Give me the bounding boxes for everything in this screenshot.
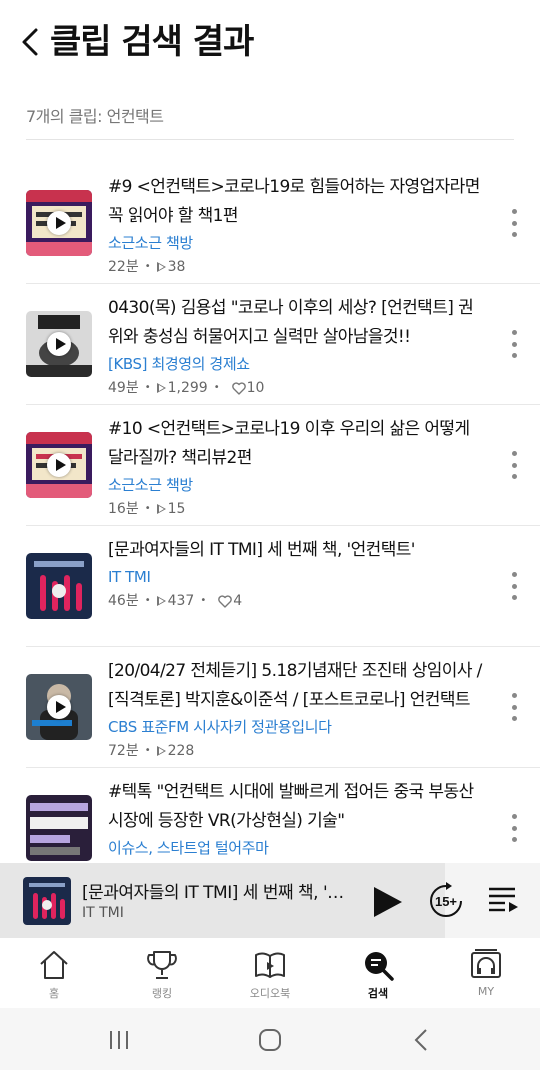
clip-channel[interactable]: IT TMI bbox=[108, 565, 486, 590]
play-count-icon bbox=[156, 596, 166, 606]
clip-plays: 15 bbox=[167, 501, 186, 517]
play-count-icon bbox=[156, 383, 166, 393]
play-count-icon bbox=[156, 504, 166, 514]
play-count-icon bbox=[156, 746, 166, 756]
clip-likes: 10 bbox=[246, 380, 265, 396]
clip-thumbnail[interactable] bbox=[26, 311, 92, 377]
more-options-icon[interactable] bbox=[510, 209, 518, 237]
tab-label: MY bbox=[477, 985, 495, 998]
clip-plays: 38 bbox=[167, 259, 186, 275]
play-button[interactable] bbox=[368, 883, 406, 921]
clip-thumbnail[interactable] bbox=[26, 553, 92, 619]
result-summary: 7개의 클립: 언컨택트 bbox=[26, 107, 164, 126]
heart-icon bbox=[218, 594, 233, 608]
clip-duration: 22분 bbox=[108, 259, 139, 275]
search-icon bbox=[365, 952, 394, 981]
home-button-icon[interactable] bbox=[258, 1028, 282, 1052]
clip-plays: 437 bbox=[167, 593, 195, 609]
play-count-icon bbox=[156, 262, 166, 272]
clip-channel[interactable]: 소근소근 책방 bbox=[108, 231, 486, 256]
clip-channel[interactable]: 소근소근 책방 bbox=[108, 473, 486, 498]
clip-item[interactable]: #텍톡 "언컨택트 시대에 발빠르게 접어든 중국 부동산 시장에 등장한 VR… bbox=[26, 768, 540, 863]
clip-title[interactable]: #9 <언컨택트>코로나19로 힘들어하는 자영업자라면 꼭 읽어야 할 책1편 bbox=[108, 173, 486, 231]
clip-duration: 72분 bbox=[108, 743, 139, 759]
clip-likes: 4 bbox=[233, 593, 243, 609]
tab-label: 검색 bbox=[367, 987, 389, 1000]
clip-plays: 228 bbox=[167, 743, 195, 759]
recent-apps-icon[interactable] bbox=[107, 1030, 131, 1050]
clip-item[interactable]: [20/04/27 전체듣기] 5.18기념재단 조진태 상임이사 / [직격토… bbox=[26, 647, 540, 768]
play-icon bbox=[47, 211, 71, 235]
bottom-tab-bar: 홈 랭킹 오디오북 검색 MY bbox=[0, 938, 540, 1008]
clip-title[interactable]: 0430(목) 김용섭 "코로나 이후의 세상? [언컨택트] 권위와 충성심 … bbox=[108, 294, 486, 352]
more-options-icon[interactable] bbox=[510, 814, 518, 842]
more-options-icon[interactable] bbox=[510, 572, 518, 600]
playlist-icon[interactable] bbox=[485, 882, 521, 918]
system-navigation-bar bbox=[0, 1008, 540, 1070]
player-channel: IT TMI bbox=[82, 905, 124, 921]
clip-item[interactable]: #9 <언컨택트>코로나19로 힘들어하는 자영업자라면 꼭 읽어야 할 책1편… bbox=[26, 163, 540, 284]
header: 클립 검색 결과 bbox=[0, 0, 540, 86]
clip-channel[interactable]: [KBS] 최경영의 경제쇼 bbox=[108, 352, 486, 377]
more-options-icon[interactable] bbox=[510, 693, 518, 721]
clip-meta: 22분 • 38 bbox=[108, 256, 486, 278]
tab-label: 랭킹 bbox=[151, 987, 173, 1000]
back-button[interactable] bbox=[14, 24, 46, 60]
tab-audiobook[interactable]: 오디오북 bbox=[216, 938, 324, 1008]
mini-player[interactable]: [문과여자들의 IT TMI] 세 번째 책, '언컨택트' IT TMI 15… bbox=[0, 863, 540, 938]
clip-thumbnail[interactable] bbox=[26, 795, 92, 861]
clip-channel[interactable]: 이슈스, 스타트업 털어주마 bbox=[108, 836, 486, 861]
page-title: 클립 검색 결과 bbox=[50, 22, 254, 62]
play-icon bbox=[47, 695, 71, 719]
clip-title[interactable]: #10 <언컨택트>코로나19 이후 우리의 삶은 어떻게 달라질까? 책리뷰2… bbox=[108, 415, 486, 473]
clip-item[interactable]: 0430(목) 김용섭 "코로나 이후의 세상? [언컨택트] 권위와 충성심 … bbox=[26, 284, 540, 405]
clip-thumbnail[interactable] bbox=[26, 190, 92, 256]
clip-thumbnail[interactable] bbox=[26, 674, 92, 740]
clip-duration: 16분 bbox=[108, 501, 139, 517]
tab-search[interactable]: 검색 bbox=[324, 938, 432, 1008]
clip-channel[interactable]: CBS 표준FM 시사자키 정관용입니다 bbox=[108, 715, 486, 740]
skip-forward-icon: 15+ bbox=[430, 882, 462, 917]
clip-meta: 49분 • 1,299 • 10 bbox=[108, 377, 486, 399]
tab-label: 홈 bbox=[48, 987, 60, 1000]
tab-label: 오디오북 bbox=[249, 987, 291, 1000]
heart-icon bbox=[231, 381, 246, 395]
clip-list: #9 <언컨택트>코로나19로 힘들어하는 자영업자라면 꼭 읽어야 할 책1편… bbox=[0, 163, 540, 863]
clip-plays: 1,299 bbox=[167, 380, 208, 396]
trophy-icon bbox=[147, 951, 177, 979]
clip-title[interactable]: [20/04/27 전체듣기] 5.18기념재단 조진태 상임이사 / [직격토… bbox=[108, 657, 486, 715]
player-title[interactable]: [문과여자들의 IT TMI] 세 번째 책, '언컨택트' bbox=[82, 878, 354, 903]
more-options-icon[interactable] bbox=[510, 451, 518, 479]
back-icon[interactable] bbox=[411, 1028, 431, 1052]
clip-meta: 16분 • 15 bbox=[108, 498, 486, 520]
clip-thumbnail[interactable] bbox=[26, 432, 92, 498]
home-icon bbox=[40, 951, 68, 979]
skip-label: 15+ bbox=[435, 894, 457, 909]
book-icon bbox=[255, 952, 285, 978]
clip-meta: 46분 • 437 • 4 bbox=[108, 590, 486, 612]
divider bbox=[26, 139, 514, 140]
clip-item[interactable]: [문과여자들의 IT TMI] 세 번째 책, '언컨택트' IT TMI 46… bbox=[26, 526, 540, 647]
clip-meta: 72분 • 228 bbox=[108, 740, 486, 762]
headphones-icon bbox=[471, 949, 501, 978]
skip-forward-15-button[interactable]: 15+ bbox=[426, 881, 466, 921]
play-icon bbox=[47, 453, 71, 477]
clip-duration: 46분 bbox=[108, 593, 139, 609]
tab-ranking[interactable]: 랭킹 bbox=[108, 938, 216, 1008]
play-icon bbox=[47, 332, 71, 356]
tab-my[interactable]: MY bbox=[432, 938, 540, 1008]
clip-title[interactable]: [문과여자들의 IT TMI] 세 번째 책, '언컨택트' bbox=[108, 536, 486, 565]
player-thumbnail bbox=[23, 877, 71, 925]
clip-duration: 49분 bbox=[108, 380, 139, 396]
clip-item[interactable]: #10 <언컨택트>코로나19 이후 우리의 삶은 어떻게 달라질까? 책리뷰2… bbox=[26, 405, 540, 526]
clip-title[interactable]: #텍톡 "언컨택트 시대에 발빠르게 접어든 중국 부동산 시장에 등장한 VR… bbox=[108, 778, 486, 836]
more-options-icon[interactable] bbox=[510, 330, 518, 358]
tab-home[interactable]: 홈 bbox=[0, 938, 108, 1008]
chevron-left-icon bbox=[22, 28, 38, 56]
